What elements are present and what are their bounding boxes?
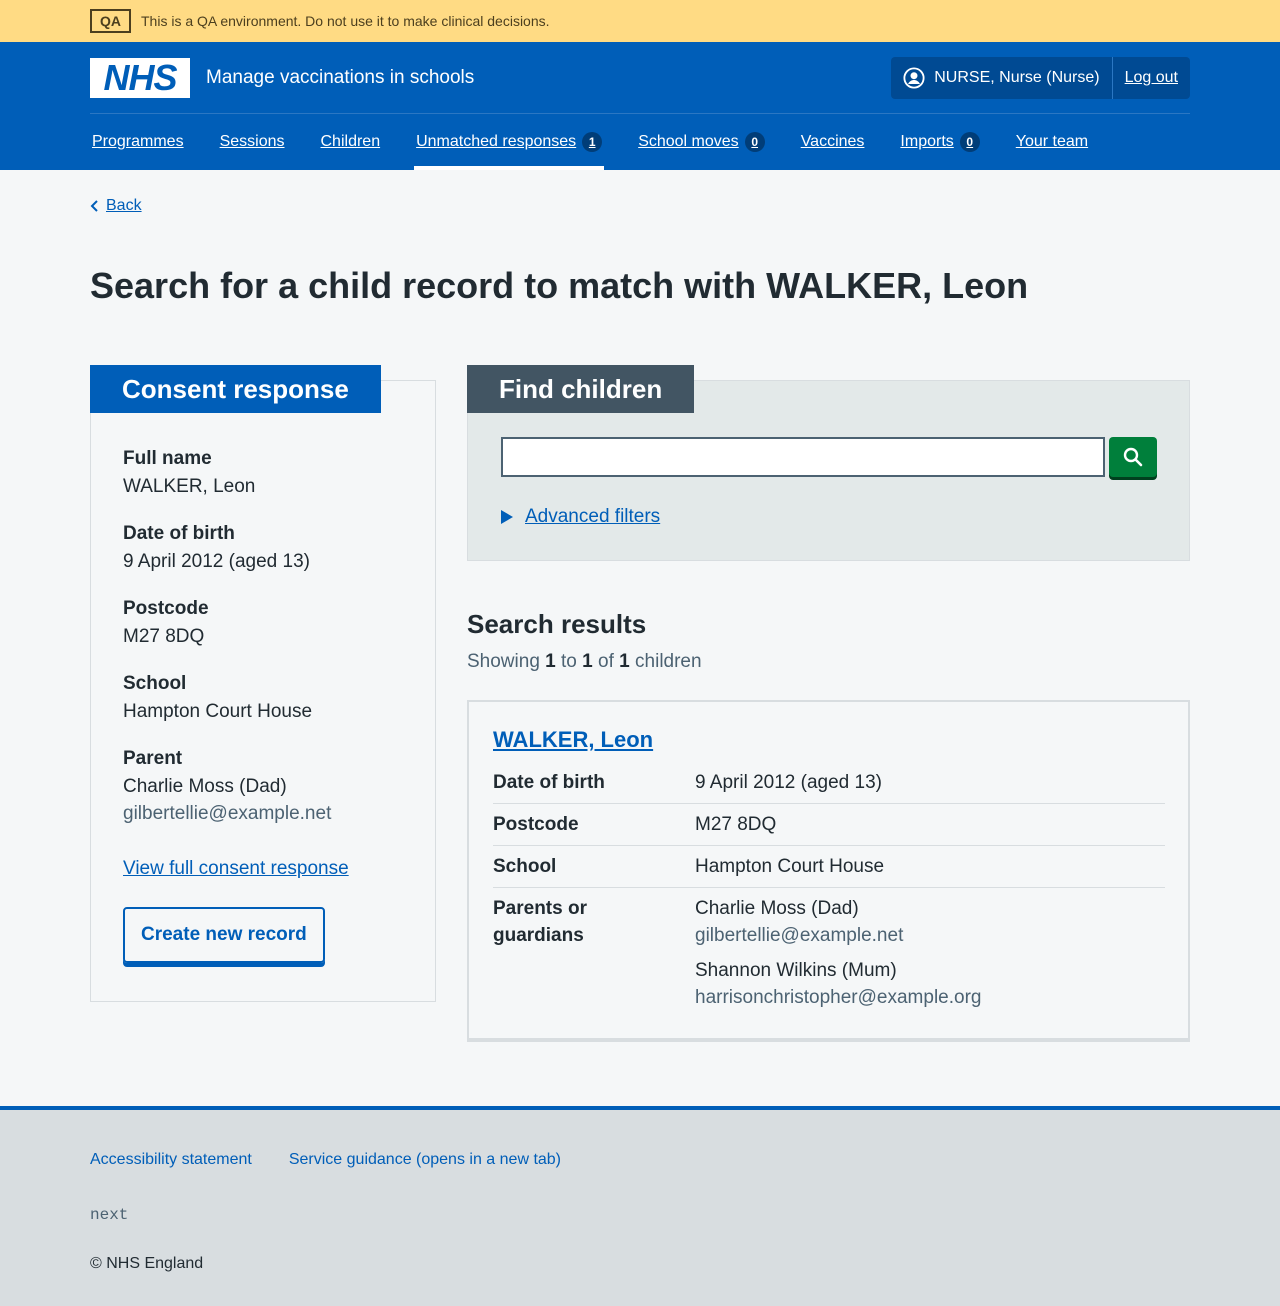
results-total: 1	[619, 651, 630, 672]
search-result-card: WALKER, Leon Date of birth 9 April 2012 …	[467, 700, 1190, 1042]
result-child-link[interactable]: WALKER, Leon	[493, 724, 653, 756]
advanced-filters-label: Advanced filters	[525, 506, 661, 527]
summary-value: Hampton Court House	[695, 856, 885, 877]
view-full-consent-link[interactable]: View full consent response	[123, 855, 403, 883]
full-name-label: Full name	[123, 448, 212, 469]
consent-response-heading: Consent response	[90, 365, 381, 413]
summary-key: Parents or guardians	[493, 898, 587, 946]
nav-unmatched-responses[interactable]: Unmatched responses 1	[414, 114, 605, 170]
back-label: Back	[106, 197, 142, 214]
environment-banner: QA This is a QA environment. Do not use …	[0, 0, 1280, 42]
accessibility-statement-link[interactable]: Accessibility statement	[90, 1148, 252, 1172]
search-input[interactable]	[501, 437, 1105, 477]
summary-row: Postcode M27 8DQ	[493, 804, 1165, 846]
parent-label: Parent	[123, 748, 183, 769]
summary-value: Charlie Moss (Dad) gilbertellie@example.…	[695, 895, 1165, 1011]
summary-row: Date of birth 9 April 2012 (aged 13)	[493, 762, 1165, 804]
environment-tag: QA	[90, 9, 131, 33]
nav-children[interactable]: Children	[319, 114, 383, 170]
search-results-heading: Search results	[467, 609, 647, 639]
parent-name: Charlie Moss (Dad)	[123, 776, 287, 797]
primary-navigation: Programmes Sessions Children Unmatched r…	[90, 114, 1190, 170]
search-icon	[1123, 447, 1143, 467]
account-user-name: NURSE, Nurse (Nurse)	[934, 68, 1100, 86]
copyright: © NHS England	[90, 1255, 204, 1272]
nav-label: Children	[320, 133, 381, 151]
nav-sessions[interactable]: Sessions	[218, 114, 287, 170]
home-link[interactable]: NHS Manage vaccinations in schools	[90, 56, 475, 98]
results-to: 1	[582, 651, 593, 672]
postcode-value: M27 8DQ	[123, 626, 205, 647]
app-version: next	[90, 1206, 129, 1224]
site-footer: Accessibility statement Service guidance…	[0, 1106, 1280, 1306]
parent2-email: harrisonchristopher@example.org	[695, 987, 982, 1008]
account-user: NURSE, Nurse (Nurse)	[891, 56, 1113, 99]
back-link[interactable]: Back	[90, 194, 142, 218]
advanced-filters-toggle[interactable]: Advanced filters	[501, 503, 660, 531]
results-to-word: to	[561, 651, 577, 672]
parent1-email: gilbertellie@example.net	[695, 925, 904, 946]
service-name: Manage vaccinations in schools	[206, 66, 475, 88]
search-button[interactable]	[1109, 437, 1157, 477]
results-count-prefix: Showing	[467, 651, 540, 672]
summary-value: 9 April 2012 (aged 13)	[695, 772, 882, 793]
nav-label: Your team	[1015, 133, 1089, 151]
summary-row: Parents or guardians Charlie Moss (Dad) …	[493, 888, 1165, 1018]
nav-count-badge: 1	[582, 132, 603, 152]
nav-programmes[interactable]: Programmes	[90, 114, 186, 170]
search-row	[501, 437, 1157, 477]
nav-label: Unmatched responses	[416, 133, 577, 151]
nav-label: Sessions	[219, 133, 285, 151]
nav-your-team[interactable]: Your team	[1014, 114, 1090, 170]
postcode-label: Postcode	[123, 598, 209, 619]
results-from: 1	[545, 651, 556, 672]
nav-imports[interactable]: Imports 0	[898, 114, 981, 170]
parent1-name: Charlie Moss (Dad)	[695, 898, 859, 919]
nav-count-badge: 0	[744, 132, 765, 152]
nav-count-badge: 0	[959, 132, 980, 152]
main-content: Back Search for a child record to match …	[0, 170, 1280, 1108]
logout-link[interactable]: Log out	[1113, 66, 1190, 90]
results-suffix: children	[635, 651, 702, 672]
results-of-word: of	[598, 651, 614, 672]
chevron-left-icon	[90, 200, 98, 212]
footer-links: Accessibility statement Service guidance…	[90, 1148, 598, 1172]
nav-label: School moves	[638, 133, 739, 151]
summary-row: School Hampton Court House	[493, 846, 1165, 888]
nav-label: Programmes	[92, 133, 184, 151]
summary-value: M27 8DQ	[695, 814, 777, 835]
environment-message: This is a QA environment. Do not use it …	[141, 12, 550, 29]
summary-key: Postcode	[493, 814, 579, 835]
triangle-right-icon	[501, 509, 513, 524]
page-title: Search for a child record to match with …	[90, 265, 1029, 306]
school-label: School	[123, 673, 187, 694]
dob-label: Date of birth	[123, 523, 235, 544]
school-value: Hampton Court House	[123, 701, 313, 722]
account-menu: NURSE, Nurse (Nurse) Log out	[891, 56, 1190, 99]
parent-email: gilbertellie@example.net	[123, 803, 332, 824]
user-icon	[903, 66, 925, 89]
nhs-logo-text: NHS	[103, 56, 177, 98]
nav-vaccines[interactable]: Vaccines	[799, 114, 867, 170]
summary-key: Date of birth	[493, 772, 605, 793]
site-header: NHS Manage vaccinations in schools NURSE…	[0, 42, 1280, 170]
nav-label: Imports	[900, 133, 954, 151]
nhs-logo: NHS	[90, 56, 190, 98]
parent2-name: Shannon Wilkins (Mum)	[695, 960, 897, 981]
find-children-heading: Find children	[467, 365, 695, 413]
nav-school-moves[interactable]: School moves 0	[636, 114, 767, 170]
service-guidance-link[interactable]: Service guidance (opens in a new tab)	[289, 1148, 561, 1172]
summary-key: School	[493, 856, 557, 877]
consent-response-card: Consent response Full name WALKER, Leon …	[90, 365, 436, 1002]
create-new-record-button[interactable]: Create new record	[123, 906, 325, 963]
find-children-card: Find children Advanced filters	[467, 365, 1190, 561]
full-name-value: WALKER, Leon	[123, 476, 256, 497]
header-top: NHS Manage vaccinations in schools NURSE…	[90, 42, 1190, 114]
results-count: Showing 1 to 1 of 1 children	[467, 648, 702, 676]
dob-value: 9 April 2012 (aged 13)	[123, 551, 310, 572]
result-summary-list: Date of birth 9 April 2012 (aged 13) Pos…	[493, 762, 1165, 1018]
nav-label: Vaccines	[800, 133, 865, 151]
